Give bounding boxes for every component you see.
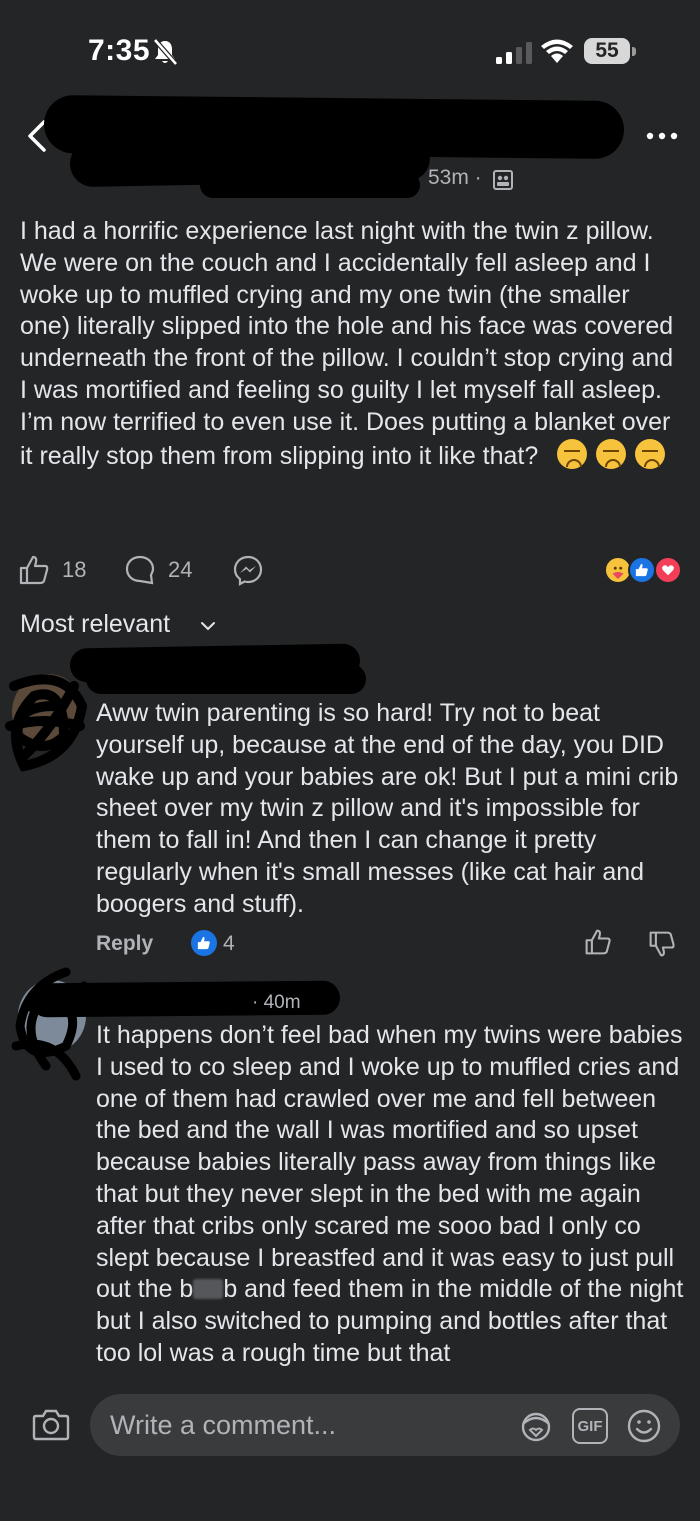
wifi-icon bbox=[541, 39, 573, 63]
more-options-icon[interactable] bbox=[644, 124, 680, 148]
status-bar: 7:35 55 bbox=[0, 0, 700, 100]
thumbs-down-icon[interactable] bbox=[648, 930, 676, 958]
comment-count: 24 bbox=[168, 557, 193, 582]
status-time: 7:35 bbox=[88, 34, 151, 67]
group-privacy-icon bbox=[493, 170, 513, 190]
thumbs-up-icon bbox=[19, 555, 49, 585]
post-text: I had a horrific experience last night w… bbox=[20, 217, 674, 470]
like-button[interactable]: 18 bbox=[18, 548, 86, 592]
chevron-down-icon[interactable] bbox=[200, 620, 216, 632]
comment-clip: It happens don’t feel bad when my twins … bbox=[0, 1000, 700, 1382]
thumbs-up-icon[interactable] bbox=[584, 928, 612, 956]
comment-button[interactable]: 24 bbox=[124, 548, 192, 592]
redacted-avatar bbox=[5, 674, 88, 772]
post-actions: 18 24 bbox=[0, 548, 700, 592]
censor-blur bbox=[193, 1279, 224, 1300]
comment-text: Aww twin parenting is so hard! Try not t… bbox=[96, 699, 679, 918]
emoji-smile-icon[interactable] bbox=[626, 1408, 662, 1444]
send-button[interactable] bbox=[232, 548, 264, 592]
redacted-commenter-name bbox=[86, 664, 366, 694]
like-reaction-icon bbox=[628, 556, 656, 584]
messenger-icon bbox=[233, 555, 263, 586]
reply-button[interactable]: Reply bbox=[96, 932, 153, 956]
like-reaction-icon bbox=[191, 930, 217, 956]
comment-input[interactable] bbox=[110, 1410, 500, 1441]
battery-indicator: 55 bbox=[584, 38, 636, 64]
like-count: 18 bbox=[62, 557, 87, 582]
comment-like-count: 4 bbox=[223, 932, 235, 955]
comment-text: It happens don’t feel bad when my twins … bbox=[96, 1021, 684, 1367]
comment-bubble-icon bbox=[125, 555, 155, 585]
cellular-signal-icon bbox=[496, 42, 532, 64]
camera-icon[interactable] bbox=[32, 1406, 70, 1442]
sad-face-emoji-icon bbox=[596, 438, 627, 469]
avatar-sticker-icon[interactable] bbox=[518, 1408, 554, 1444]
post-body: I had a horrific experience last night w… bbox=[20, 216, 685, 472]
love-reaction-icon bbox=[654, 556, 682, 584]
comment-sort-dropdown[interactable]: Most relevant bbox=[20, 610, 170, 639]
reaction-summary[interactable] bbox=[604, 556, 684, 584]
bell-slash-icon bbox=[153, 38, 178, 66]
sad-face-emoji-icon bbox=[635, 438, 666, 469]
redacted-line bbox=[200, 172, 420, 198]
post-timestamp: 53m · bbox=[428, 166, 482, 189]
gif-button[interactable]: GIF bbox=[572, 1408, 608, 1444]
battery-level: 55 bbox=[595, 39, 619, 62]
sad-face-emoji-icon bbox=[557, 438, 588, 469]
